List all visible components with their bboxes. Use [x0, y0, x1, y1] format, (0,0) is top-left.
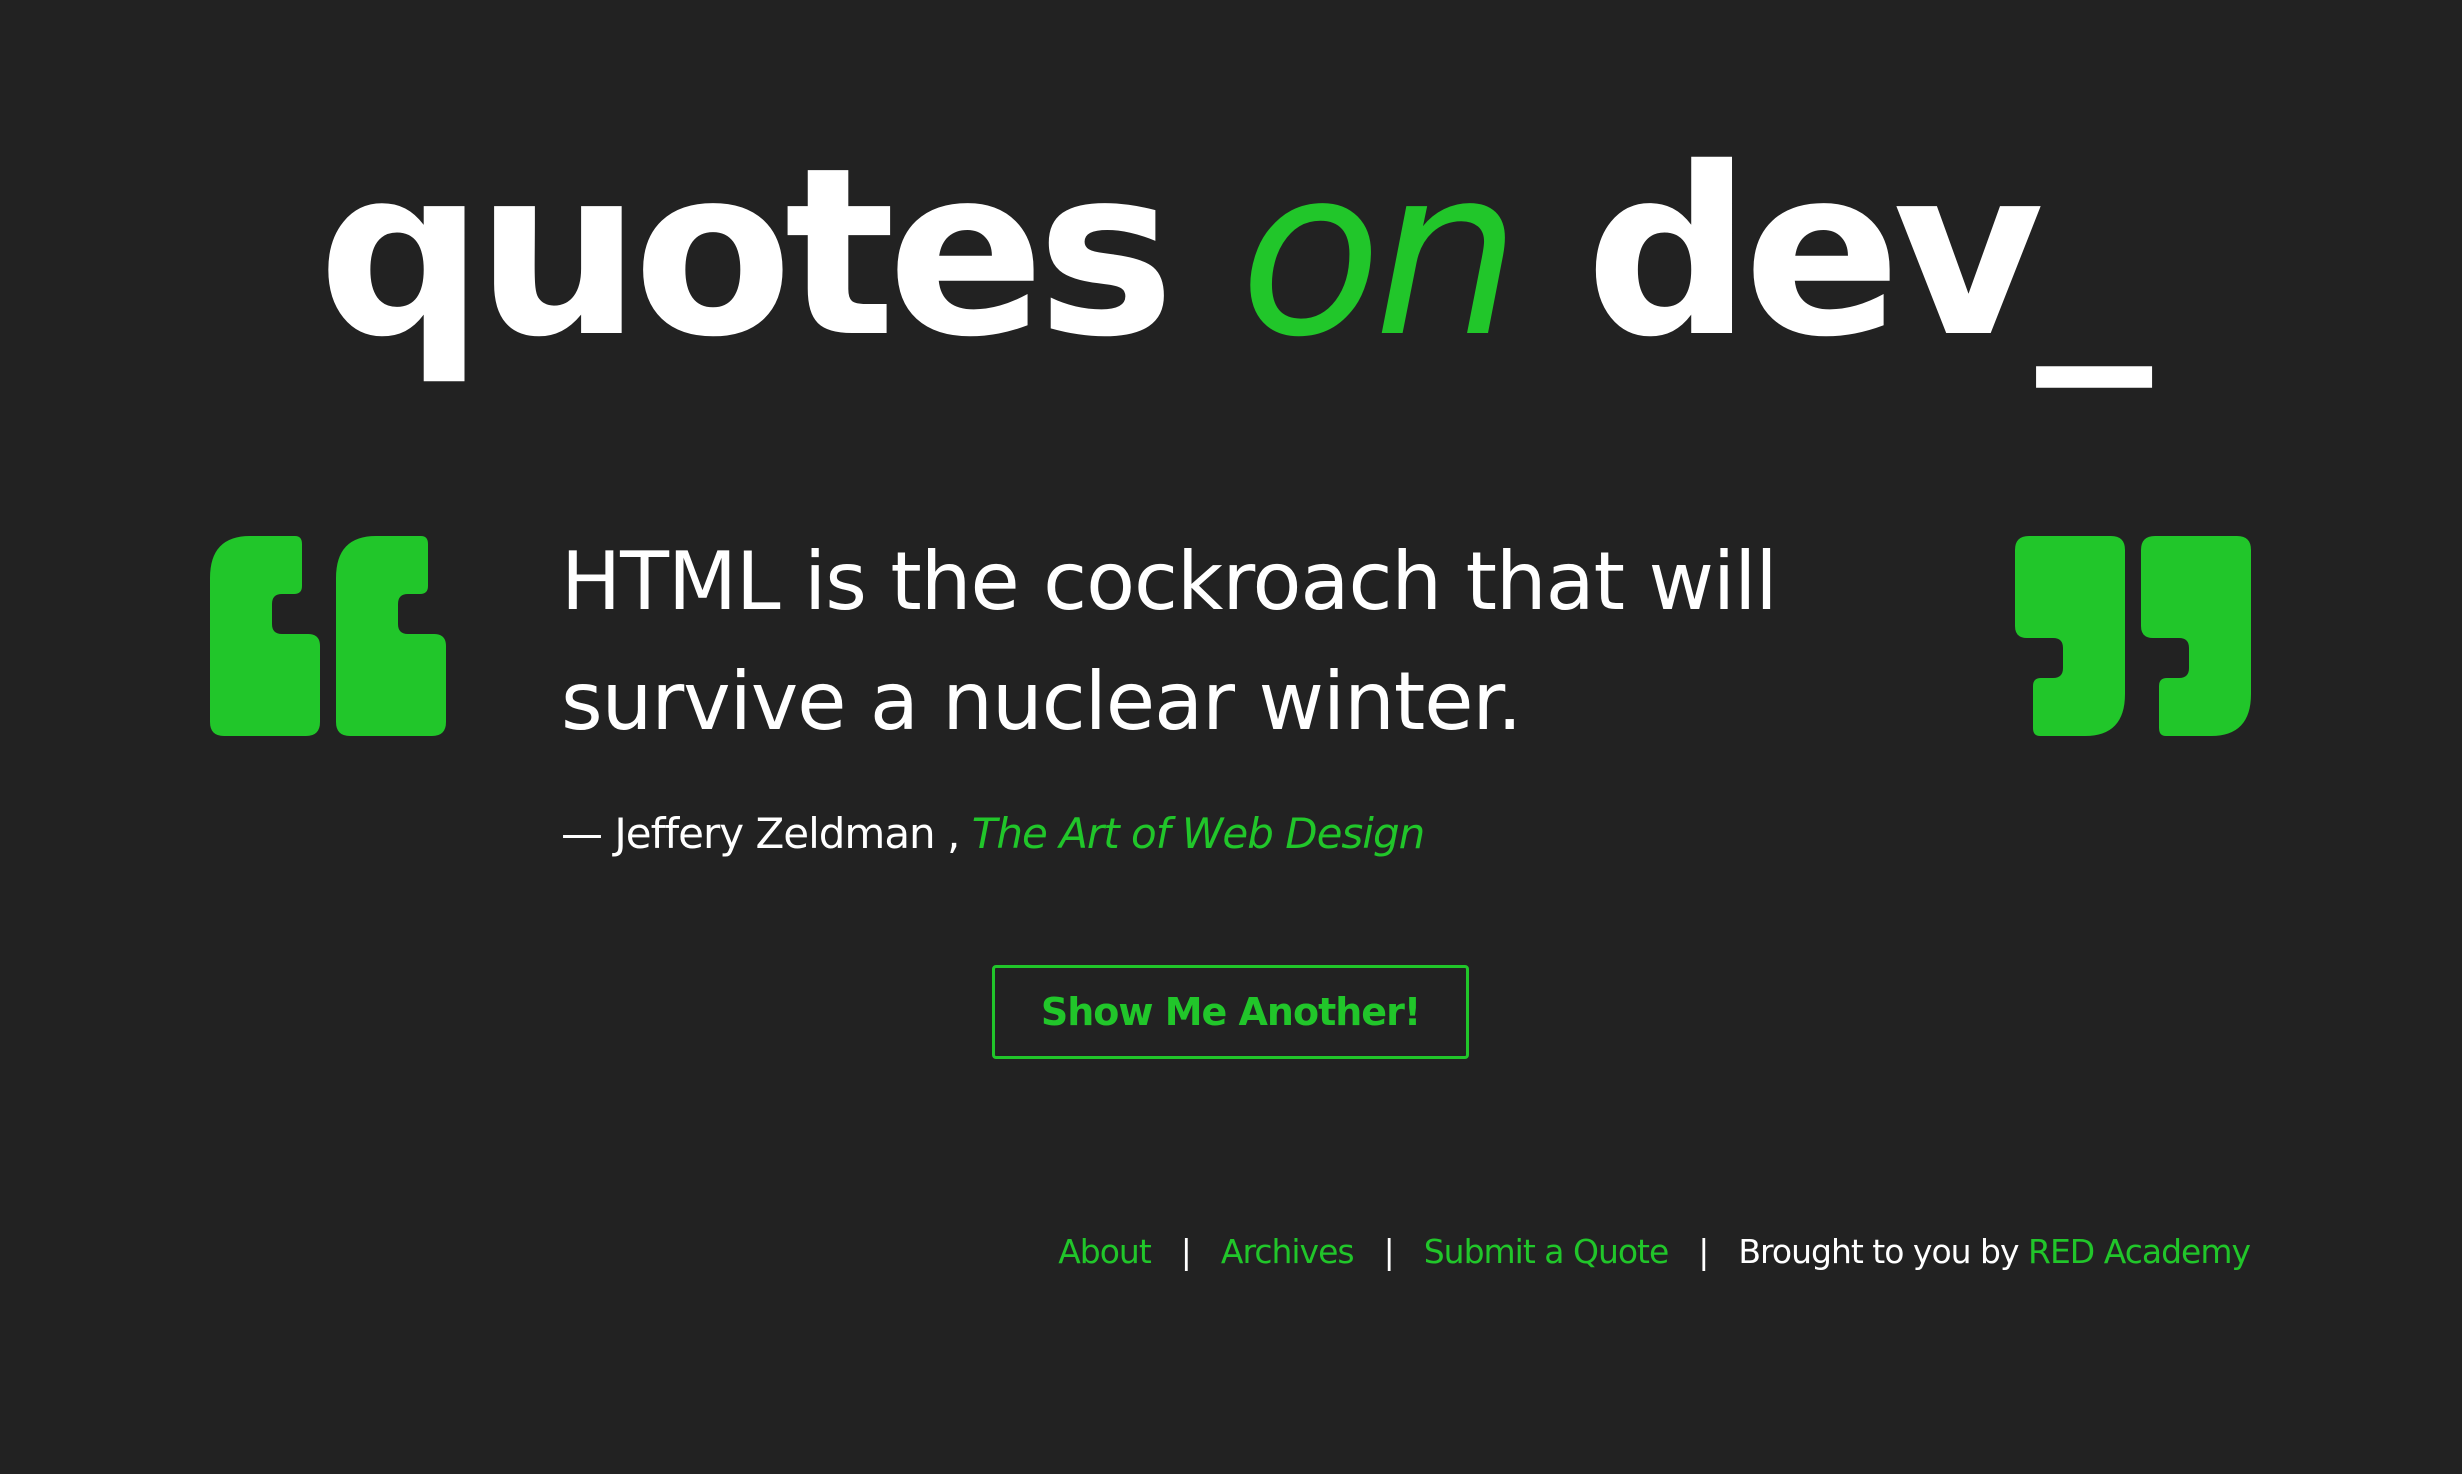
quote-attribution: — Jeffery Zeldman , The Art of Web Desig…: [561, 806, 1426, 862]
footer-link-about[interactable]: About: [1058, 1232, 1152, 1271]
footer-separator: |: [1383, 1231, 1395, 1271]
site-title[interactable]: quotes on dev_: [0, 118, 2462, 388]
footer-credit-text: Brought to you by: [1738, 1231, 2019, 1271]
quote-author: — Jeffery Zeldman ,: [561, 809, 960, 858]
quote-text: HTML is the cockroach that will survive …: [561, 535, 1778, 748]
show-another-button[interactable]: Show Me Another!: [992, 965, 1469, 1059]
footer-link-archives[interactable]: Archives: [1221, 1232, 1355, 1271]
open-quote-icon: [210, 536, 446, 736]
footer-link-submit-quote[interactable]: Submit a Quote: [1424, 1232, 1670, 1271]
footer-separator: |: [1180, 1231, 1192, 1271]
site-title-quotes: quotes: [317, 118, 1175, 388]
footer-link-red-academy[interactable]: RED Academy: [2028, 1232, 2251, 1271]
site-title-dev: dev_: [1585, 118, 2152, 388]
close-quote-icon: [2015, 536, 2251, 736]
site-title-on: on: [1239, 118, 1521, 388]
quote-source: The Art of Web Design: [971, 809, 1426, 858]
footer-nav: About | Archives | Submit a Quote | Brou…: [1058, 1226, 2251, 1276]
footer-separator: |: [1698, 1231, 1709, 1271]
